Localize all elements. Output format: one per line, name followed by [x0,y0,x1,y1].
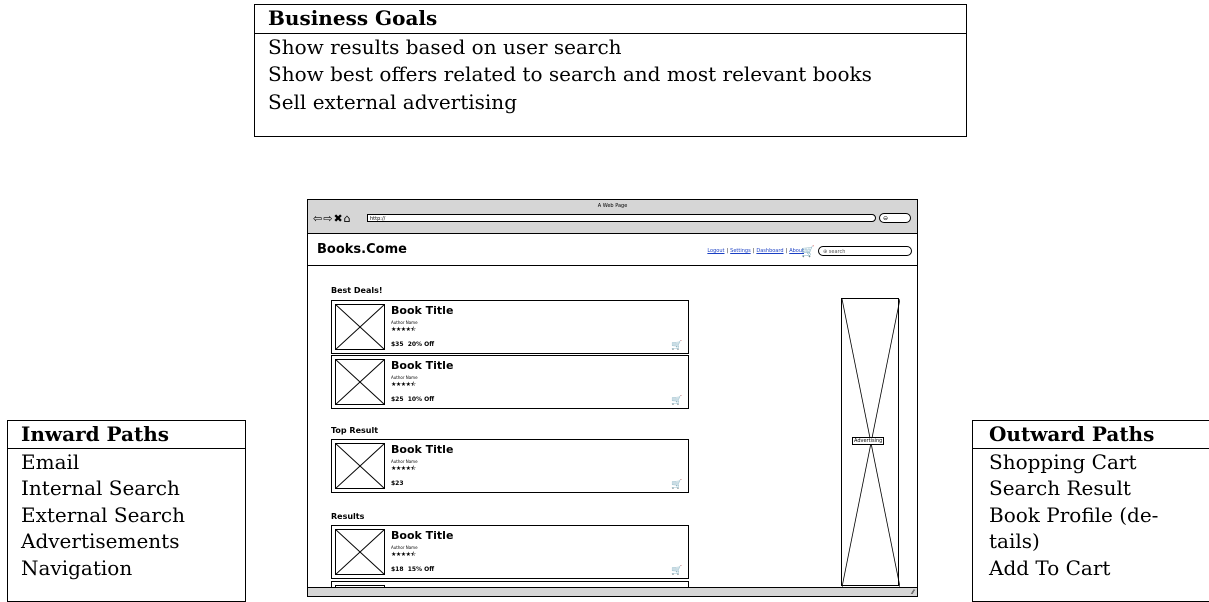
star-rating: ★★★★⯪ [391,465,416,472]
outward-path-item: Book Profile (de- [989,502,1159,527]
inward-paths-header: Inward Paths [8,421,245,449]
url-bar[interactable]: http:// [367,214,876,222]
search-icon: ⊕ [823,249,828,255]
book-title[interactable]: Book Title [391,443,453,456]
link-separator: | [752,248,755,254]
outward-path-item: Search Result [989,476,1131,500]
top-result-heading: Top Result [331,426,379,435]
book-card[interactable]: Book Title Author Name ★★★★⯪ $35 20% Off… [331,300,689,354]
outward-paths-table: Outward Paths Shopping Cart Search Resul… [972,420,1209,602]
business-goals-header: Business Goals [255,5,966,34]
book-title[interactable]: Book Title [391,529,453,542]
dashboard-link[interactable]: Dashboard [756,248,783,254]
back-arrow-icon[interactable]: ⇦ [313,212,323,225]
inward-path-item: Navigation [21,555,133,580]
header-divider [308,265,917,266]
window-title: A Web Page [597,203,628,209]
book-price: $35 20% Off [391,341,435,348]
inward-paths-table: Inward Paths Email Internal Search Exter… [7,420,246,602]
top-nav-links: Logout | Settings | Dashboard | About [707,248,804,254]
link-separator: | [785,248,788,254]
best-deals-heading: Best Deals! [331,286,383,295]
search-icon: ⊖ [883,215,889,222]
shopping-cart-icon[interactable]: 🛒 [801,245,815,258]
inward-path-item: External Search [21,502,185,527]
star-rating: ★★★★⯪ [391,381,416,388]
book-card[interactable]: Book Title Author Name ★★★★⯪ $23 🛒 [331,439,689,493]
search-placeholder: search [828,249,846,255]
book-price: $25 10% Off [391,396,435,403]
inward-path-item: Advertisements [21,529,180,553]
book-title[interactable]: Book Title [391,359,453,372]
book-price: $23 [391,480,404,487]
logout-link[interactable]: Logout [707,248,724,254]
book-cover-placeholder [335,443,385,489]
outward-path-item: Shopping Cart [989,449,1137,474]
book-cover-placeholder [335,529,385,575]
star-rating: ★★★★⯪ [391,551,416,558]
browser-titlebar: A Web Page ⇦⇨✖⌂ http:// ⊖ [308,200,917,234]
business-goal-item: Show results based on user search [268,34,622,59]
outward-path-item: Add To Cart [989,555,1111,580]
business-goals-table: Business Goals Show results based on use… [254,4,967,137]
go-button[interactable]: ⊖ [879,213,911,223]
book-price: $18 15% Off [391,566,435,573]
outward-paths-header: Outward Paths [973,421,1209,449]
book-title[interactable]: Book Title [391,304,453,317]
book-card[interactable]: Book Title Author Name ★★★★⯪ $25 10% Off… [331,355,689,409]
inward-path-item: Email [21,449,80,474]
forward-arrow-icon[interactable]: ⇨ [323,212,333,225]
add-to-cart-icon[interactable]: 🛒 [671,480,682,490]
business-goal-item: Sell external advertising [268,89,517,114]
home-icon[interactable]: ⌂ [344,212,352,225]
advertising-label: Advertising [852,437,885,445]
inward-path-item: Internal Search [21,476,180,500]
wireframe-browser-window: A Web Page ⇦⇨✖⌂ http:// ⊖ Books.Come Log… [307,199,918,597]
book-cover-placeholder [335,359,385,405]
results-heading: Results [331,512,365,521]
business-goal-item: Show best offers related to search and m… [268,62,872,86]
book-card[interactable]: Book Title Author Name ★★★★⯪ $18 15% Off… [331,525,689,579]
add-to-cart-icon[interactable]: 🛒 [671,396,682,406]
settings-link[interactable]: Settings [730,248,751,254]
close-x-icon[interactable]: ✖ [333,212,343,225]
site-brand[interactable]: Books.Come [317,242,407,257]
star-rating: ★★★★⯪ [391,326,416,333]
add-to-cart-icon[interactable]: 🛒 [671,341,682,351]
search-input[interactable]: ⊕ search [818,246,912,256]
link-separator: | [726,248,729,254]
advertising-banner[interactable]: Advertising [841,298,900,587]
add-to-cart-icon[interactable]: 🛒 [671,566,682,576]
browser-nav-buttons: ⇦⇨✖⌂ [313,212,352,225]
book-cover-placeholder [335,304,385,350]
outward-path-item: tails) [989,529,1040,553]
browser-status-bar: ⁄⁄ [308,587,917,596]
